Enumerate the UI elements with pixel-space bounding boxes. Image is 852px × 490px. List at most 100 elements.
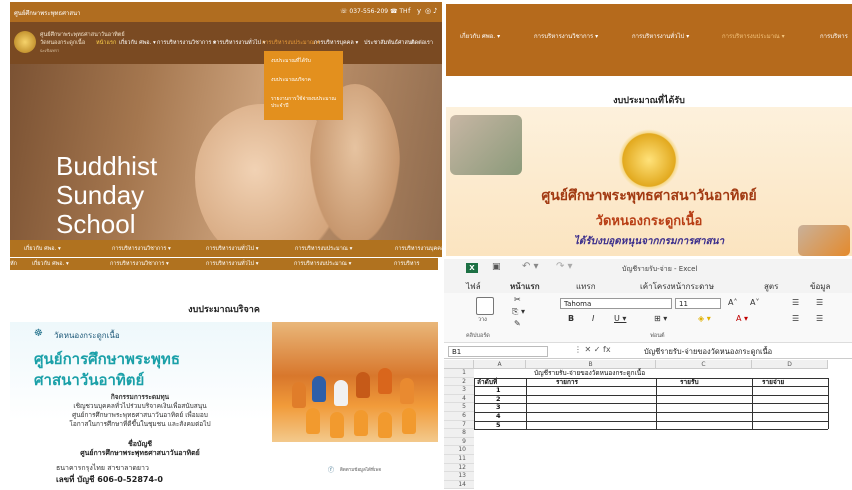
font-size-select[interactable]: 11: [675, 298, 721, 309]
photo-person: [378, 412, 392, 438]
nav-contact[interactable]: ติดต่อเรา: [411, 39, 433, 47]
nav-home[interactable]: หน้าแรก: [96, 39, 116, 47]
subnav-general[interactable]: การบริหารงานทั่วไป ▾: [206, 245, 259, 253]
align-left-icon[interactable]: ☰: [792, 314, 799, 323]
photo-person: [356, 372, 370, 398]
nav-general-2[interactable]: การบริหารงานทั่วไป ▾: [632, 31, 689, 41]
nav-academic-2[interactable]: การบริหารงานวิชาการ ▾: [534, 31, 598, 41]
nav-general-3[interactable]: การบริหารงานทั่วไป ▾: [206, 260, 259, 268]
dropdown-item-received[interactable]: งบประมาณที่ได้รับ: [271, 58, 337, 65]
header-cell[interactable]: รายรับ: [680, 378, 699, 387]
align-top-icon[interactable]: ☰: [792, 298, 799, 307]
nav-academic-3[interactable]: การบริหารงานวิชาการ ▾: [110, 260, 169, 268]
row-header[interactable]: 6: [444, 412, 474, 421]
name-box[interactable]: B1: [448, 346, 548, 357]
nav-personnel-2[interactable]: การบริหาร: [820, 31, 848, 41]
nav-about-2[interactable]: เกี่ยวกับ ศพอ. ▾: [460, 31, 500, 41]
subnav-academic[interactable]: การบริหารงานวิชาการ ▾: [112, 245, 171, 253]
format-painter-icon[interactable]: ✎: [514, 319, 521, 328]
instagram-icon[interactable]: ◎: [425, 7, 431, 15]
formula-input[interactable]: บัญชีรายรับ-จ่ายของวัดหนองกระดูกเนื้อ: [644, 346, 772, 358]
row-header[interactable]: 8: [444, 429, 474, 438]
seq-cell[interactable]: 4: [496, 412, 501, 421]
dropdown-item-donation[interactable]: งบประมาณบริจาค: [271, 77, 337, 84]
row-header[interactable]: 14: [444, 480, 474, 490]
grow-font-icon[interactable]: A˄: [728, 298, 737, 307]
sheet-title-cell[interactable]: บัญชีรายรับ-จ่ายของวัดหนองกระดูกเนื้อ: [534, 369, 645, 378]
column-header[interactable]: B: [526, 360, 656, 369]
font-name-select[interactable]: Tahoma: [560, 298, 672, 309]
budget-banner: ศูนย์ศึกษาพระพุทธศาสนาวันอาทิตย์ วัดหนอง…: [446, 107, 852, 256]
row-header[interactable]: 3: [444, 386, 474, 395]
save-icon[interactable]: ▣: [492, 262, 501, 272]
nav-personnel[interactable]: การบริหารบุคคล ▾: [314, 39, 358, 47]
cut-icon[interactable]: ✂: [514, 295, 521, 304]
bold-icon[interactable]: B: [568, 314, 574, 323]
row-header[interactable]: 10: [444, 446, 474, 455]
align-center-icon[interactable]: ☰: [816, 314, 823, 323]
row-header[interactable]: 13: [444, 472, 474, 481]
subnav-budget[interactable]: การบริหารงบประมาณ ▾: [295, 245, 352, 253]
nav-general[interactable]: การบริหารงานทั่วไป ▾: [213, 39, 266, 47]
paste-icon[interactable]: [476, 297, 494, 315]
nav-cut-item[interactable]: หัก: [10, 260, 17, 268]
nav-about[interactable]: เกี่ยวกับ ศพอ. ▾: [119, 39, 156, 47]
fill-color-icon[interactable]: ◈ ▾: [698, 314, 711, 323]
nav-budget[interactable]: การบริหารงบประมาณ ▾: [262, 39, 319, 47]
row-header[interactable]: 7: [444, 420, 474, 430]
tab-insert[interactable]: แทรก: [576, 280, 596, 293]
tiktok-icon[interactable]: ♪: [433, 7, 437, 15]
top-bar: ศูนย์ศึกษาพระพุทธศาสนา ☏ 037-556-209 ☎ T…: [10, 2, 442, 22]
column-header[interactable]: C: [656, 360, 752, 369]
seq-cell[interactable]: 3: [496, 403, 501, 412]
row-header[interactable]: 9: [444, 437, 474, 447]
row-header[interactable]: 4: [444, 394, 474, 404]
facebook-icon[interactable]: f: [408, 7, 410, 15]
row-header[interactable]: 12: [444, 463, 474, 473]
column-header[interactable]: D: [752, 360, 828, 369]
select-all-corner[interactable]: [444, 360, 474, 369]
nav-academic[interactable]: การบริหารงานวิชาการ ▾: [157, 39, 216, 47]
seq-cell[interactable]: 1: [496, 386, 501, 395]
column-header[interactable]: A: [474, 360, 526, 369]
seq-cell[interactable]: 5: [496, 421, 501, 430]
logo-title: ศูนย์ศึกษาพระพุทธศาสนาวันอาทิตย์: [40, 32, 125, 38]
redo-icon[interactable]: ↷ ▾: [556, 261, 573, 272]
youtube-icon[interactable]: y: [417, 7, 421, 15]
row-header[interactable]: 1: [444, 369, 474, 378]
tab-page-layout[interactable]: เค้าโครงหน้ากระดาษ: [640, 280, 714, 293]
copy-icon[interactable]: ⎘ ▾: [512, 307, 525, 317]
nav-personnel-3[interactable]: การบริหาร: [394, 260, 420, 268]
spreadsheet-grid[interactable]: A B C D 1 2 3 4 5 6 7 8 9 10 11 12 13 14 บัญชีรายรับ-จ่ายข…: [444, 360, 852, 490]
italic-icon[interactable]: I: [592, 314, 594, 323]
header-cell[interactable]: รายจ่าย: [762, 378, 784, 387]
excel-logo-icon: X: [466, 263, 478, 273]
group-photo: [272, 322, 438, 442]
align-middle-icon[interactable]: ☰: [816, 298, 823, 307]
facebook-icon[interactable]: ⓕ: [328, 465, 334, 474]
undo-icon[interactable]: ↶ ▾: [522, 261, 539, 272]
header-cell[interactable]: ลำดับที่: [477, 378, 497, 387]
font-color-icon[interactable]: A ▾: [736, 314, 748, 323]
subnav-personnel[interactable]: การบริหารงานบุคคล: [395, 245, 442, 253]
dropdown-item-report[interactable]: รายงานการใช้จ่ายงบประมาณประจำปี: [271, 96, 337, 110]
page-title: งบประมาณบริจาค: [188, 305, 260, 315]
tab-formulas[interactable]: สูตร: [764, 280, 778, 293]
nav-budget-3[interactable]: การบริหารงบประมาณ ▾: [294, 260, 351, 268]
seq-cell[interactable]: 2: [496, 395, 501, 404]
header-cell[interactable]: รายการ: [556, 378, 578, 387]
tab-file[interactable]: ไฟล์: [466, 280, 481, 293]
school-logo-icon[interactable]: [14, 31, 36, 53]
fx-icon[interactable]: ⋮ ✕ ✓ fx: [574, 345, 611, 354]
border-icon[interactable]: ⊞ ▾: [654, 314, 667, 323]
subnav-about[interactable]: เกี่ยวกับ ศพอ. ▾: [24, 245, 61, 253]
nav-about-3[interactable]: เกี่ยวกับ ศพอ. ▾: [32, 260, 69, 268]
row-header[interactable]: 11: [444, 455, 474, 464]
nav-pr[interactable]: ประชาสัมพันธ์ศาสนา: [364, 39, 415, 47]
row-header[interactable]: 2: [444, 377, 474, 387]
row-header[interactable]: 5: [444, 403, 474, 412]
shrink-font-icon[interactable]: A˅: [750, 298, 759, 307]
nav-budget-2[interactable]: การบริหารงบประมาณ ▾: [722, 31, 785, 41]
underline-icon[interactable]: U ▾: [614, 314, 626, 323]
tab-data[interactable]: ข้อมูล: [810, 280, 830, 293]
